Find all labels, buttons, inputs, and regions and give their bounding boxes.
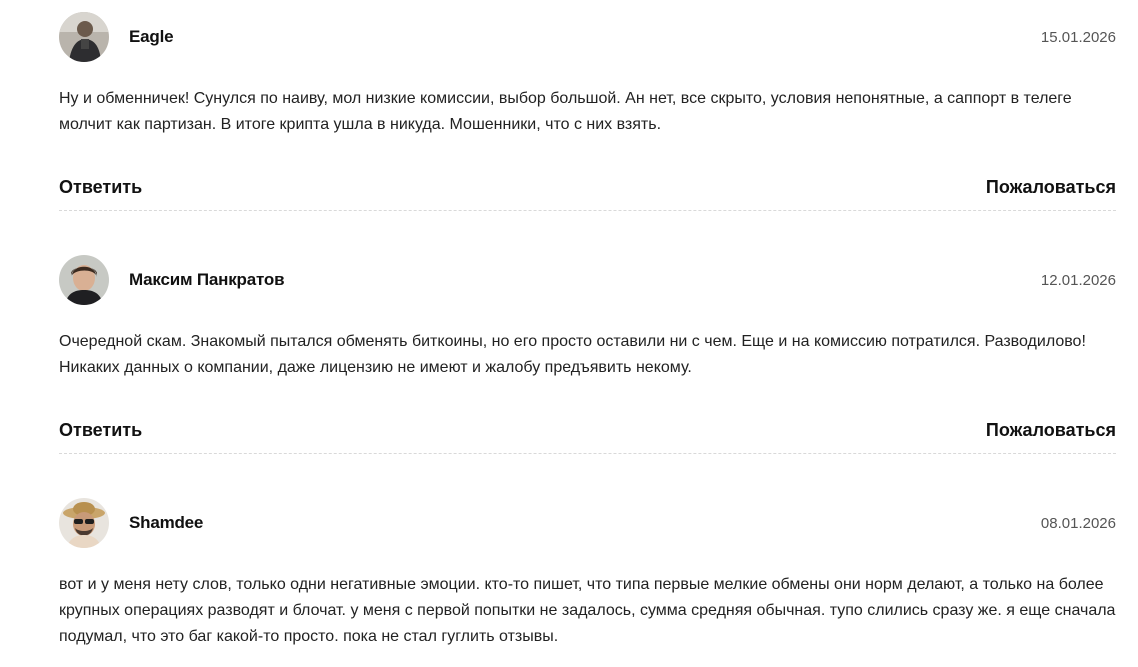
comment-header: Shamdee 08.01.2026 (59, 498, 1116, 548)
user-photo-icon (59, 12, 109, 62)
reply-button[interactable]: Ответить (59, 420, 142, 441)
user-photo-icon (59, 498, 109, 548)
comment: Eagle 15.01.2026 Ну и обменничек! Сунулс… (59, 12, 1116, 211)
user-photo-icon (59, 255, 109, 305)
comment-header: Eagle 15.01.2026 (59, 12, 1116, 62)
comment-text: Ну и обменничек! Сунулся по наиву, мол н… (59, 90, 1072, 133)
comment-text: Очередной скам. Знакомый пытался обменят… (59, 333, 1086, 376)
comment-actions: Ответить Пожаловаться (59, 418, 1116, 442)
comment-header: Максим Панкратов 12.01.2026 (59, 255, 1116, 305)
report-button[interactable]: Пожаловаться (986, 177, 1116, 198)
comment: Максим Панкратов 12.01.2026 Очередной ск… (59, 255, 1116, 454)
report-button[interactable]: Пожаловаться (986, 420, 1116, 441)
comment-author: Eagle (129, 27, 174, 46)
comment-date: 15.01.2026 (1040, 28, 1116, 46)
comment-divider (59, 453, 1116, 454)
avatar[interactable] (59, 498, 109, 548)
comment-author: Максим Панкратов (129, 270, 285, 289)
comment-actions: Ответить Пожаловаться (59, 175, 1116, 199)
comment-date: 08.01.2026 (1040, 514, 1116, 532)
avatar[interactable] (59, 12, 109, 62)
comment-date: 12.01.2026 (1040, 271, 1116, 289)
comment-author: Shamdee (129, 513, 204, 532)
comment: Shamdee 08.01.2026 вот и у меня нету сло… (59, 498, 1116, 650)
comment-divider (59, 210, 1116, 211)
avatar[interactable] (59, 255, 109, 305)
comment-text: вот и у меня нету слов, только одни нега… (59, 576, 1116, 645)
reply-button[interactable]: Ответить (59, 177, 142, 198)
comments-feed: Eagle 15.01.2026 Ну и обменничек! Сунулс… (59, 0, 1116, 650)
